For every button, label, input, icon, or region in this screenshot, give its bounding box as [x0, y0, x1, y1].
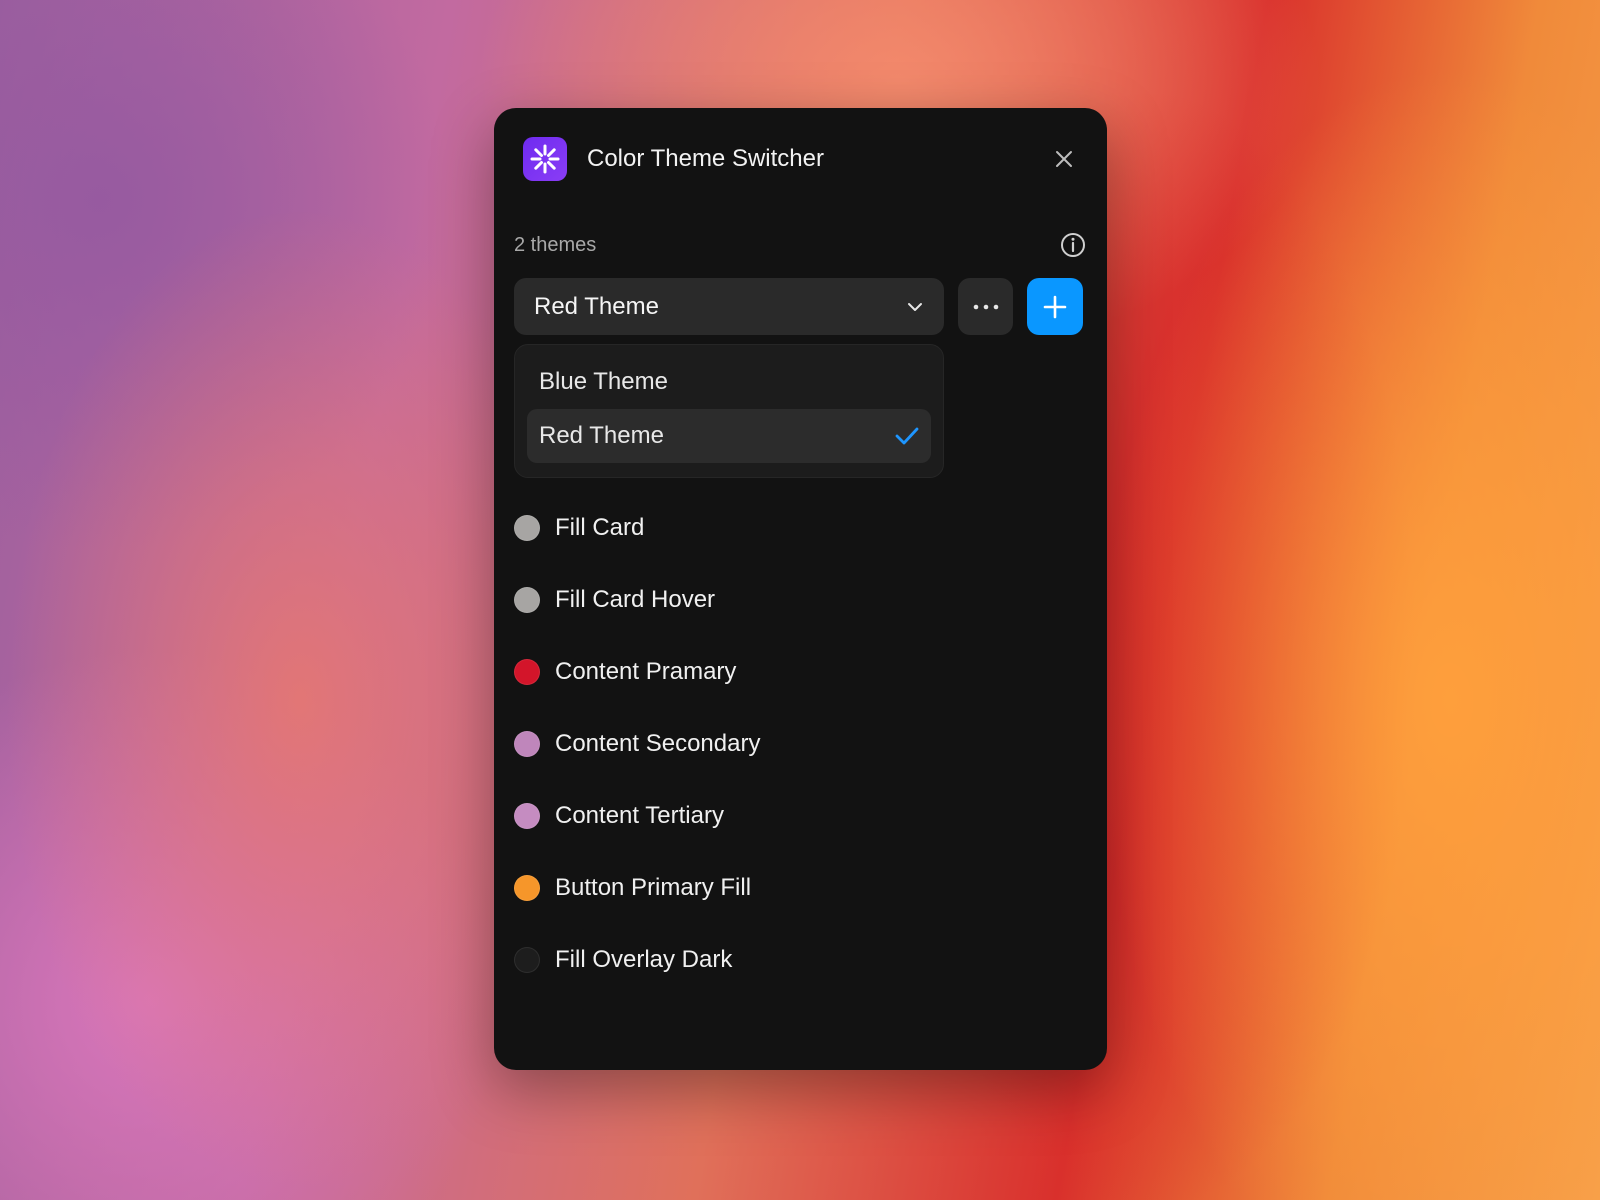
color-swatch	[514, 731, 540, 757]
more-options-button[interactable]	[958, 278, 1013, 335]
info-button[interactable]	[1059, 231, 1087, 259]
app-title: Color Theme Switcher	[587, 145, 824, 172]
dropdown-option-label: Blue Theme	[539, 368, 668, 395]
color-swatch	[514, 947, 540, 973]
more-horizontal-icon	[973, 304, 998, 309]
color-token-name: Content Tertiary	[555, 802, 724, 829]
themes-count-row: 2 themes	[514, 230, 1087, 260]
color-token-row[interactable]: Content Tertiary	[514, 780, 760, 852]
color-token-name: Fill Card	[555, 514, 645, 541]
info-icon	[1061, 233, 1085, 257]
color-token-name: Button Primary Fill	[555, 874, 752, 901]
color-token-row[interactable]: Content Secondary	[514, 708, 760, 780]
themes-count-label: 2 themes	[514, 233, 597, 256]
theme-toolbar: Red Theme	[514, 278, 1083, 335]
panel-header: Color Theme Switcher	[523, 137, 1078, 181]
add-theme-button[interactable]	[1027, 278, 1083, 335]
color-token-row[interactable]: Button Primary Fill	[514, 852, 760, 924]
color-swatch	[514, 587, 540, 613]
color-token-row[interactable]: Fill Overlay Dark	[514, 924, 760, 996]
color-swatch	[514, 803, 540, 829]
color-token-name: Fill Overlay Dark	[555, 946, 733, 973]
dropdown-option-red-theme[interactable]: Red Theme	[527, 409, 931, 463]
color-swatch	[514, 515, 540, 541]
checkmark-icon	[895, 427, 919, 445]
color-token-list: Fill Card Fill Card Hover Content Pramar…	[514, 492, 760, 996]
plus-icon	[1043, 295, 1067, 318]
dropdown-option-label: Red Theme	[539, 422, 664, 449]
theme-select[interactable]: Red Theme	[514, 278, 944, 335]
color-token-row[interactable]: Fill Card	[514, 492, 760, 564]
theme-dropdown-menu: Blue Theme Red Theme	[514, 344, 944, 478]
color-token-name: Fill Card Hover	[555, 586, 716, 613]
close-icon	[1056, 151, 1072, 167]
close-button[interactable]	[1050, 145, 1078, 173]
color-swatch	[514, 659, 540, 685]
color-token-name: Content Secondary	[555, 730, 761, 757]
theme-select-value: Red Theme	[534, 292, 659, 320]
theme-switcher-panel: Color Theme Switcher 2 themes Red Theme	[494, 108, 1107, 1070]
dropdown-option-blue-theme[interactable]: Blue Theme	[527, 355, 931, 409]
color-swatch	[514, 875, 540, 901]
color-token-name: Content Pramary	[555, 658, 737, 685]
color-token-row[interactable]: Fill Card Hover	[514, 564, 760, 636]
chevron-down-icon	[908, 302, 922, 311]
sparkle-logo-icon	[523, 137, 567, 181]
color-token-row[interactable]: Content Pramary	[514, 636, 760, 708]
